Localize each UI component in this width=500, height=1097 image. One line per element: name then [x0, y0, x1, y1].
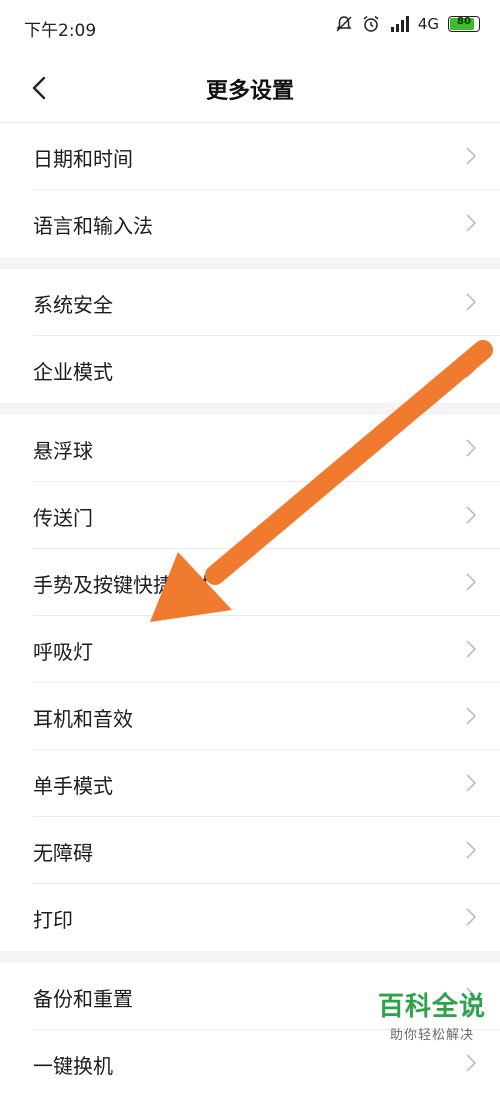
settings-group: 日期和时间 语言和输入法 [0, 123, 500, 257]
setting-row-enterprise-mode[interactable]: 企业模式 [0, 336, 500, 403]
setting-row-one-handed-mode[interactable]: 单手模式 [0, 750, 500, 817]
chevron-right-icon [466, 640, 476, 658]
setting-label: 呼吸灯 [33, 636, 93, 665]
nav-bar: 更多设置 [0, 56, 500, 123]
setting-label: 单手模式 [33, 770, 113, 799]
watermark-title: 百科全说 [378, 986, 486, 1023]
setting-label: 耳机和音效 [33, 703, 133, 732]
setting-label: 悬浮球 [33, 435, 93, 464]
chevron-right-icon [466, 214, 476, 232]
setting-row-date-time[interactable]: 日期和时间 [0, 123, 500, 190]
setting-label: 打印 [33, 904, 73, 933]
status-icons: 4G 80 [335, 15, 480, 33]
setting-label: 传送门 [33, 502, 93, 531]
chevron-right-icon [466, 841, 476, 859]
chevron-right-icon [466, 774, 476, 792]
group-separator [0, 951, 500, 963]
chevron-right-icon [466, 573, 476, 591]
watermark: 百科全说 助你轻松解决 [378, 986, 486, 1043]
mute-icon [335, 15, 353, 33]
setting-label: 无障碍 [33, 837, 93, 866]
setting-row-portal[interactable]: 传送门 [0, 482, 500, 549]
setting-row-language-input[interactable]: 语言和输入法 [0, 190, 500, 257]
status-bar: 下午2:09 4G 80 [0, 0, 500, 56]
signal-icon [389, 16, 409, 32]
chevron-right-icon [466, 707, 476, 725]
status-time: 下午2:09 [24, 16, 96, 41]
setting-label: 日期和时间 [33, 143, 133, 172]
chevron-right-icon [466, 908, 476, 926]
battery-icon: 80 [448, 16, 480, 32]
group-separator [0, 403, 500, 415]
page-title: 更多设置 [0, 73, 500, 105]
setting-label: 备份和重置 [33, 983, 133, 1012]
setting-row-print[interactable]: 打印 [0, 884, 500, 951]
setting-row-accessibility[interactable]: 无障碍 [0, 817, 500, 884]
setting-label: 一键换机 [33, 1050, 113, 1079]
setting-row-headphones-audio[interactable]: 耳机和音效 [0, 683, 500, 750]
setting-row-gesture-shortcuts[interactable]: 手势及按键快捷方式 [0, 549, 500, 616]
setting-label: 系统安全 [33, 289, 113, 318]
battery-level: 80 [449, 16, 479, 27]
chevron-right-icon [466, 506, 476, 524]
settings-list: 日期和时间 语言和输入法 系统安全 企业模式 悬浮球 传送门 [0, 123, 500, 1097]
chevron-right-icon [466, 360, 476, 378]
chevron-right-icon [466, 293, 476, 311]
chevron-right-icon [466, 439, 476, 457]
settings-group: 悬浮球 传送门 手势及按键快捷方式 呼吸灯 耳机和音效 单手模式 [0, 415, 500, 951]
setting-label: 企业模式 [33, 356, 113, 385]
network-type: 4G [418, 15, 439, 33]
setting-row-system-security[interactable]: 系统安全 [0, 269, 500, 336]
chevron-right-icon [466, 147, 476, 165]
alarm-icon [362, 15, 380, 33]
setting-row-floating-ball[interactable]: 悬浮球 [0, 415, 500, 482]
settings-group: 系统安全 企业模式 [0, 269, 500, 403]
setting-label: 语言和输入法 [33, 210, 153, 239]
setting-row-breathing-light[interactable]: 呼吸灯 [0, 616, 500, 683]
watermark-subtitle: 助你轻松解决 [378, 1024, 486, 1043]
group-separator [0, 257, 500, 269]
setting-label: 手势及按键快捷方式 [33, 569, 213, 598]
